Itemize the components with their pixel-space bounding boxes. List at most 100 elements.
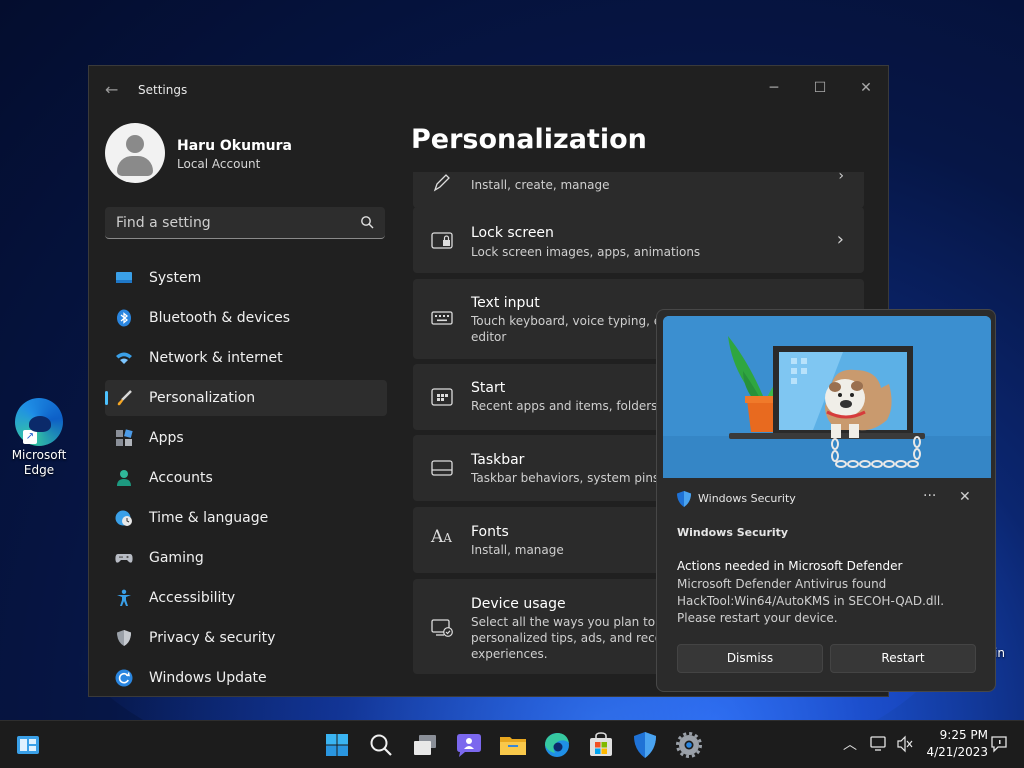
bulldog-laptop-illustration xyxy=(663,316,991,478)
restart-button[interactable]: Restart xyxy=(830,644,976,673)
sidebar-item-windows-update[interactable]: Windows Update xyxy=(105,660,387,696)
card-subtitle: Recent apps and items, folders xyxy=(471,399,658,413)
wifi-icon xyxy=(116,352,132,364)
shield-icon xyxy=(117,630,131,646)
toast-body: Microsoft Defender Antivirus found HackT… xyxy=(677,577,945,625)
clock-time[interactable]: 9:25 PM xyxy=(918,728,988,742)
sidebar-item-system[interactable]: System xyxy=(105,260,387,296)
sidebar-item-label: Gaming xyxy=(149,550,204,566)
avatar[interactable] xyxy=(105,123,165,183)
sidebar-item-privacy-security[interactable]: Privacy & security xyxy=(105,620,387,656)
windows-security-shield-icon xyxy=(677,491,691,507)
device-usage-icon xyxy=(431,619,453,637)
toast-hero-image xyxy=(663,316,991,478)
taskbar: ︿ 9:25 PM 4/21/2023 xyxy=(0,720,1024,768)
search-placeholder: Find a setting xyxy=(116,215,211,231)
toast-sender: Windows Security xyxy=(677,526,789,539)
card-title: Start xyxy=(471,380,506,396)
setting-card-lock-screen[interactable]: Lock screen Lock screen images, apps, an… xyxy=(413,207,864,273)
update-icon xyxy=(115,669,133,687)
sidebar-item-time-language[interactable]: Time & language xyxy=(105,500,387,536)
sidebar-item-apps[interactable]: Apps xyxy=(105,420,387,456)
globe-clock-icon xyxy=(115,510,132,526)
volume-muted-icon[interactable] xyxy=(896,735,914,753)
toast-headline: Actions needed in Microsoft Defender xyxy=(677,559,903,573)
toast-app-name: Windows Security xyxy=(698,492,796,505)
title-bar[interactable]: ← Settings ─ ☐ ✕ xyxy=(89,66,888,114)
app-title: Settings xyxy=(138,83,188,97)
minimize-button[interactable]: ─ xyxy=(751,74,797,102)
settings-gear-icon[interactable] xyxy=(673,729,705,761)
user-name: Haru Okumura xyxy=(177,138,292,154)
sidebar-item-label: Windows Update xyxy=(149,670,267,686)
file-explorer-icon[interactable] xyxy=(497,729,529,761)
sidebar-item-bluetooth[interactable]: Bluetooth & devices xyxy=(105,300,387,336)
sidebar-item-label: Personalization xyxy=(149,390,256,406)
microsoft-store-icon[interactable] xyxy=(585,729,617,761)
pen-icon xyxy=(433,174,450,192)
sidebar-item-personalization[interactable]: Personalization xyxy=(105,380,387,416)
avatar-head xyxy=(126,135,144,153)
card-title: Lock screen xyxy=(471,225,554,241)
sidebar-item-label: Accessibility xyxy=(149,590,236,606)
person-icon xyxy=(117,470,131,486)
taskbar-icon xyxy=(431,460,453,476)
notification-icon[interactable] xyxy=(990,735,1008,753)
monitor-icon xyxy=(116,272,132,283)
fonts-icon: AA xyxy=(431,527,452,547)
sidebar-item-label: Network & internet xyxy=(149,350,283,366)
chat-icon[interactable] xyxy=(453,729,485,761)
card-subtitle: Select all the ways you plan to use xyxy=(471,615,671,629)
user-account-type: Local Account xyxy=(177,157,261,171)
card-subtitle: Taskbar behaviors, system pins xyxy=(471,471,660,485)
avatar-torso xyxy=(117,156,153,176)
back-arrow-icon[interactable]: ← xyxy=(105,80,118,99)
start-icon xyxy=(431,388,453,406)
card-subtitle: Lock screen images, apps, animations xyxy=(471,245,701,259)
start-button-icon[interactable] xyxy=(321,729,353,761)
lock-screen-icon xyxy=(431,232,453,249)
chevron-right-icon: › xyxy=(836,229,844,250)
toast-close-icon[interactable]: ✕ xyxy=(959,489,971,505)
gamepad-icon xyxy=(115,554,133,563)
card-subtitle: Install, manage xyxy=(471,543,564,557)
edge-browser-icon[interactable] xyxy=(541,729,573,761)
windows-security-icon[interactable] xyxy=(629,729,661,761)
sidebar-item-accessibility[interactable]: Accessibility xyxy=(105,580,387,616)
card-title: Taskbar xyxy=(471,452,525,468)
setting-card-themes[interactable]: Install, create, manage › xyxy=(413,172,864,208)
task-view-icon[interactable] xyxy=(409,729,441,761)
dismiss-button[interactable]: Dismiss xyxy=(677,644,823,673)
search-icon[interactable] xyxy=(365,729,397,761)
accessibility-icon xyxy=(117,589,131,606)
apps-icon xyxy=(116,429,133,446)
card-subtitle-line2: personalized tips, ads, and recomm xyxy=(471,631,671,645)
chevron-right-icon: › xyxy=(838,172,844,184)
keyboard-icon xyxy=(431,311,453,325)
card-title: Device usage xyxy=(471,596,566,612)
sidebar-item-label: Apps xyxy=(149,430,184,446)
sidebar-nav: System Bluetooth & devices Network & int… xyxy=(105,260,387,696)
widgets-icon[interactable] xyxy=(12,729,44,761)
defender-toast[interactable]: Windows Security ··· ✕ Windows Security … xyxy=(656,309,996,692)
chevron-up-icon[interactable]: ︿ xyxy=(843,734,857,754)
sidebar-item-accounts[interactable]: Accounts xyxy=(105,460,387,496)
bluetooth-icon xyxy=(117,309,131,327)
network-icon[interactable] xyxy=(870,735,888,753)
card-title: Fonts xyxy=(471,524,509,540)
maximize-button[interactable]: ☐ xyxy=(797,74,843,102)
card-subtitle: Install, create, manage xyxy=(471,178,610,192)
more-options-icon[interactable]: ··· xyxy=(923,488,936,504)
search-icon[interactable] xyxy=(360,215,374,229)
card-subtitle-line2: editor xyxy=(471,330,507,344)
search-input[interactable]: Find a setting xyxy=(105,207,385,239)
sidebar-item-label: System xyxy=(149,270,202,286)
close-button[interactable]: ✕ xyxy=(843,74,888,102)
sidebar-item-gaming[interactable]: Gaming xyxy=(105,540,387,576)
desktop-icon-edge[interactable]: ↗ Microsoft Edge xyxy=(6,398,72,478)
brush-icon xyxy=(117,390,132,406)
clock-date[interactable]: 4/21/2023 xyxy=(918,745,988,759)
sidebar-item-network[interactable]: Network & internet xyxy=(105,340,387,376)
sidebar-item-label: Time & language xyxy=(149,510,269,526)
edge-icon: ↗ xyxy=(15,398,63,446)
